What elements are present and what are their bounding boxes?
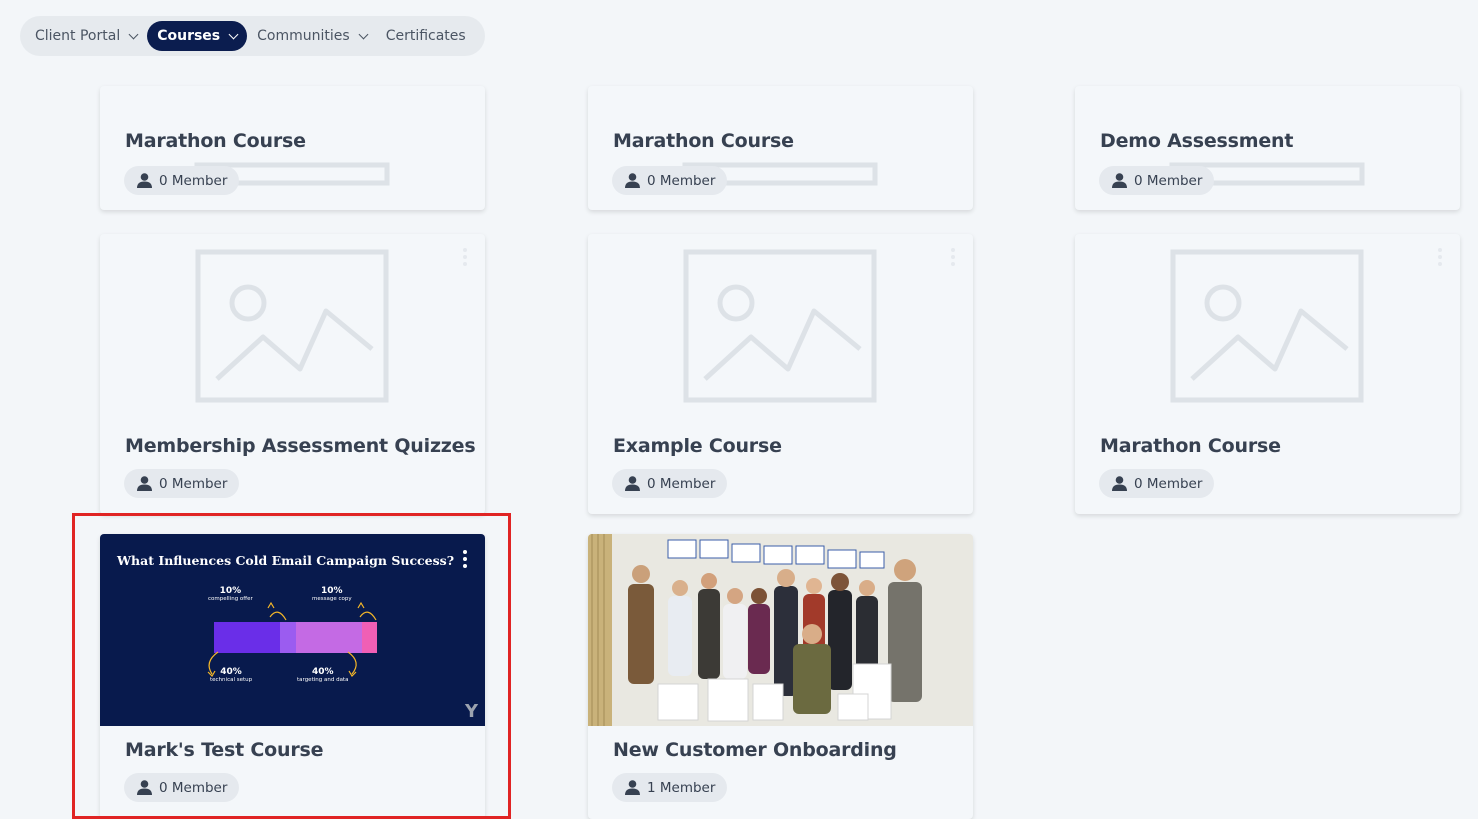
member-count-badge: 0 Member bbox=[1099, 166, 1215, 195]
placeholder-image-icon bbox=[1170, 249, 1364, 403]
course-title: Membership Assessment Quizzes bbox=[125, 435, 476, 457]
nav-certificates[interactable]: Certificates bbox=[377, 21, 475, 51]
course-title: Marathon Course bbox=[1100, 435, 1281, 457]
top-nav: Client Portal Courses Communities Certif… bbox=[20, 16, 485, 56]
member-count-label: 0 Member bbox=[159, 779, 228, 796]
course-title: Marathon Course bbox=[125, 130, 306, 152]
course-thumbnail-infographic: What Influences Cold Email Campaign Succ… bbox=[100, 534, 485, 726]
user-icon bbox=[137, 780, 152, 795]
user-icon bbox=[625, 173, 640, 188]
nav-courses-label: Courses bbox=[157, 28, 221, 44]
course-title: Marathon Course bbox=[613, 130, 794, 152]
card-menu-icon[interactable] bbox=[949, 248, 957, 270]
course-card[interactable]: Example Course 0 Member bbox=[588, 234, 973, 514]
chevron-down-icon bbox=[128, 29, 139, 39]
placeholder-image-icon bbox=[195, 249, 389, 403]
member-count-badge: 0 Member bbox=[124, 773, 240, 802]
nav-certificates-label: Certificates bbox=[385, 28, 466, 44]
course-title: Example Course bbox=[613, 435, 782, 457]
member-count-label: 0 Member bbox=[647, 172, 716, 189]
member-count-label: 0 Member bbox=[159, 475, 228, 492]
nav-communities[interactable]: Communities bbox=[248, 21, 376, 51]
nav-communities-label: Communities bbox=[257, 28, 350, 44]
course-card[interactable]: Membership Assessment Quizzes 0 Member bbox=[100, 234, 485, 514]
member-count-label: 0 Member bbox=[1134, 172, 1203, 189]
chevron-down-icon bbox=[228, 29, 239, 39]
course-title: Mark's Test Course bbox=[125, 739, 324, 761]
member-count-badge: 1 Member bbox=[612, 773, 728, 802]
card-menu-icon[interactable] bbox=[1436, 248, 1444, 270]
user-icon bbox=[1112, 173, 1127, 188]
member-count-label: 0 Member bbox=[159, 172, 228, 189]
user-icon bbox=[1112, 476, 1127, 491]
course-title: Demo Assessment bbox=[1100, 130, 1294, 152]
member-count-badge: 0 Member bbox=[612, 469, 728, 498]
nav-client-portal-label: Client Portal bbox=[35, 28, 121, 44]
card-menu-icon[interactable] bbox=[461, 248, 469, 270]
member-count-badge: 0 Member bbox=[124, 469, 240, 498]
member-count-badge: 0 Member bbox=[1099, 469, 1215, 498]
member-count-label: 1 Member bbox=[647, 779, 716, 796]
course-card[interactable]: Marathon Course 0 Member bbox=[1075, 234, 1460, 514]
nav-client-portal[interactable]: Client Portal bbox=[26, 21, 146, 51]
course-card[interactable]: Demo Assessment 0 Member bbox=[1075, 86, 1460, 210]
placeholder-image-icon bbox=[683, 249, 877, 403]
course-card[interactable]: New Customer Onboarding 1 Member bbox=[588, 534, 973, 819]
user-icon bbox=[625, 476, 640, 491]
course-title: New Customer Onboarding bbox=[613, 739, 897, 761]
nav-courses[interactable]: Courses bbox=[147, 21, 248, 51]
member-count-badge: 0 Member bbox=[124, 166, 240, 195]
member-count-label: 0 Member bbox=[1134, 475, 1203, 492]
member-count-badge: 0 Member bbox=[612, 166, 728, 195]
course-card[interactable]: Marathon Course 0 Member bbox=[588, 86, 973, 210]
user-icon bbox=[137, 476, 152, 491]
chevron-down-icon bbox=[358, 29, 369, 39]
infographic-bar bbox=[207, 601, 377, 677]
user-icon bbox=[625, 780, 640, 795]
course-card-highlighted[interactable]: What Influences Cold Email Campaign Succ… bbox=[100, 534, 485, 819]
course-thumbnail-group-photo bbox=[588, 534, 973, 726]
brand-logo-icon: Y bbox=[464, 701, 478, 722]
member-count-label: 0 Member bbox=[647, 475, 716, 492]
user-icon bbox=[137, 173, 152, 188]
course-card[interactable]: Marathon Course 0 Member bbox=[100, 86, 485, 210]
